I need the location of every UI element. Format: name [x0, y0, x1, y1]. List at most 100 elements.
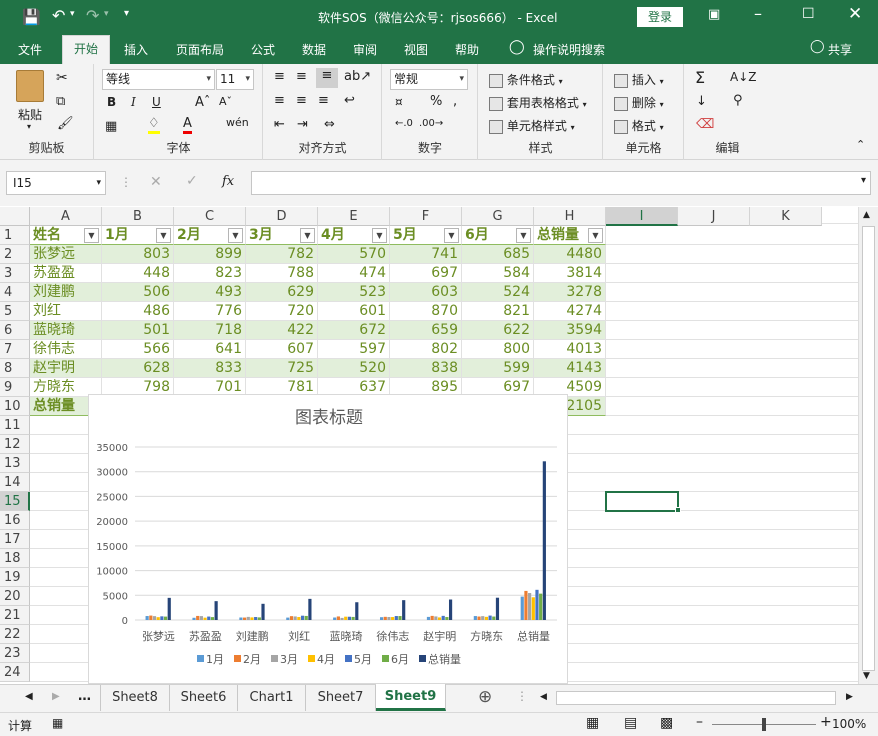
sort-filter-icon[interactable]: A↓Z: [730, 70, 756, 84]
italic-button[interactable]: I: [131, 95, 136, 109]
row-header[interactable]: 7: [0, 340, 30, 359]
cell-styles-button[interactable]: 单元格样式 ▾: [489, 117, 575, 134]
font-color-icon[interactable]: A: [183, 116, 192, 134]
column-header[interactable]: E: [318, 207, 390, 226]
align-left-icon[interactable]: ≡: [274, 93, 285, 108]
table-cell[interactable]: 741: [390, 245, 462, 264]
table-cell[interactable]: 718: [174, 321, 246, 340]
row-header[interactable]: 19: [0, 568, 30, 587]
paste-button[interactable]: 粘贴: [18, 106, 42, 123]
next-sheet-icon[interactable]: ▶: [52, 691, 60, 702]
table-header-cell[interactable]: 3月 ▼: [246, 226, 318, 245]
sheet-tab-sheet8[interactable]: Sheet8: [100, 685, 170, 711]
row-header[interactable]: 16: [0, 511, 30, 530]
merge-center-icon[interactable]: ⇔: [324, 117, 335, 132]
column-header[interactable]: F: [390, 207, 462, 226]
table-cell[interactable]: 566: [102, 340, 174, 359]
find-select-icon[interactable]: ⚲: [733, 93, 743, 108]
table-header-cell[interactable]: 4月 ▼: [318, 226, 390, 245]
row-header[interactable]: 13: [0, 454, 30, 473]
align-right-icon[interactable]: ≡: [318, 93, 329, 108]
login-button[interactable]: 登录: [637, 7, 683, 27]
table-cell[interactable]: 赵宇明: [30, 359, 102, 378]
format-painter-icon[interactable]: 🖌: [57, 116, 74, 131]
table-cell[interactable]: 821: [462, 302, 534, 321]
increase-indent-icon[interactable]: ⇥: [297, 117, 308, 132]
prev-sheet-icon[interactable]: ◀: [25, 691, 33, 702]
vertical-scrollbar[interactable]: ▲ ▼: [858, 207, 878, 684]
table-cell[interactable]: 蓝晓琦: [30, 321, 102, 340]
copy-icon[interactable]: ⧉: [56, 94, 65, 109]
table-cell[interactable]: 607: [246, 340, 318, 359]
sheet-tab-sheet7[interactable]: Sheet7: [306, 685, 376, 711]
tab-split-icon[interactable]: ⋮: [516, 689, 528, 703]
table-cell[interactable]: 448: [102, 264, 174, 283]
table-cell[interactable]: 570: [318, 245, 390, 264]
tab-formulas[interactable]: 公式: [251, 41, 275, 58]
align-top-icon[interactable]: ≡: [274, 69, 285, 84]
cut-icon[interactable]: ✂: [56, 70, 68, 86]
table-cell[interactable]: 672: [318, 321, 390, 340]
tab-home[interactable]: 开始: [62, 35, 110, 64]
column-header[interactable]: H: [534, 207, 606, 226]
table-cell[interactable]: 833: [174, 359, 246, 378]
row-header[interactable]: 17: [0, 530, 30, 549]
sheet-tab-sheet6[interactable]: Sheet6: [170, 685, 238, 711]
row-header[interactable]: 20: [0, 587, 30, 606]
increase-decimal-icon[interactable]: ←.0: [395, 118, 413, 129]
filter-dropdown-icon[interactable]: ▼: [300, 228, 315, 243]
scroll-thumb[interactable]: [862, 226, 875, 671]
row-header[interactable]: 10: [0, 397, 30, 416]
share-button[interactable]: 共享: [828, 41, 852, 58]
align-bottom-icon[interactable]: ≡: [316, 68, 338, 88]
table-cell[interactable]: 张梦远: [30, 245, 102, 264]
row-header[interactable]: 24: [0, 663, 30, 682]
wrap-text-icon[interactable]: ↩: [344, 93, 355, 108]
font-size-select[interactable]: 11 ▾: [216, 69, 254, 90]
select-all-corner[interactable]: [0, 207, 30, 226]
cancel-icon[interactable]: ✕: [150, 174, 162, 190]
table-cell[interactable]: 720: [246, 302, 318, 321]
formula-input[interactable]: ▾: [251, 171, 871, 195]
filter-dropdown-icon[interactable]: ▼: [588, 228, 603, 243]
bold-button[interactable]: B: [107, 95, 116, 109]
row-header[interactable]: 22: [0, 625, 30, 644]
table-header-cell[interactable]: 1月 ▼: [102, 226, 174, 245]
page-break-view-icon[interactable]: ▩: [660, 715, 673, 731]
row-header[interactable]: 3: [0, 264, 30, 283]
normal-view-icon[interactable]: ▦: [586, 715, 599, 731]
undo-icon[interactable]: ↶: [52, 6, 65, 25]
hscroll-left-icon[interactable]: ◀: [540, 692, 547, 702]
fill-color-icon[interactable]: ♢: [148, 116, 160, 134]
share-icon[interactable]: ◯: [810, 39, 825, 54]
row-header[interactable]: 2: [0, 245, 30, 264]
table-cell[interactable]: 3594: [534, 321, 606, 340]
scroll-up-icon[interactable]: ▲: [863, 210, 870, 220]
table-cell[interactable]: 725: [246, 359, 318, 378]
table-cell[interactable]: 4013: [534, 340, 606, 359]
table-cell[interactable]: 601: [318, 302, 390, 321]
macro-record-icon[interactable]: ▦: [52, 716, 63, 730]
row-header[interactable]: 15: [0, 492, 30, 511]
table-cell[interactable]: 刘建鹏: [30, 283, 102, 302]
border-icon[interactable]: ▦: [105, 119, 117, 134]
filter-dropdown-icon[interactable]: ▼: [444, 228, 459, 243]
table-cell[interactable]: 800: [462, 340, 534, 359]
table-cell[interactable]: 782: [246, 245, 318, 264]
expand-formula-icon[interactable]: ▾: [861, 175, 866, 186]
table-cell[interactable]: 520: [318, 359, 390, 378]
table-cell[interactable]: 524: [462, 283, 534, 302]
fill-icon[interactable]: ↓: [696, 94, 707, 109]
currency-icon[interactable]: ¤: [395, 95, 403, 109]
column-header[interactable]: I: [606, 207, 678, 226]
enter-icon[interactable]: ✓: [186, 173, 198, 189]
table-cell[interactable]: 603: [390, 283, 462, 302]
hscroll-right-icon[interactable]: ▶: [846, 692, 853, 702]
table-header-cell[interactable]: 总销量 ▼: [534, 226, 606, 245]
column-header[interactable]: K: [750, 207, 822, 226]
row-header[interactable]: 8: [0, 359, 30, 378]
table-cell[interactable]: 4480: [534, 245, 606, 264]
table-cell[interactable]: 641: [174, 340, 246, 359]
table-cell[interactable]: 870: [390, 302, 462, 321]
chart-object[interactable]: 图表标题 35000 30000 25000 20000 15000 10000 5000 0 张…: [88, 394, 568, 684]
